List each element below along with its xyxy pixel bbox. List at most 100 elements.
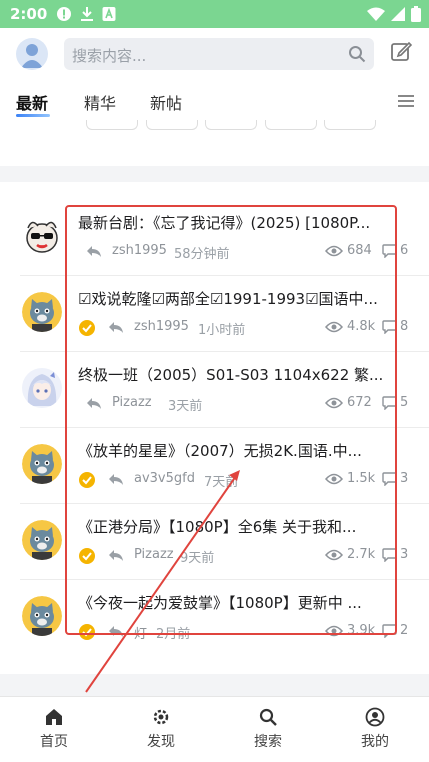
- post-time: 1小时前: [198, 323, 246, 338]
- comment-icon: [382, 547, 397, 562]
- post-item[interactable]: 《正港分局》【1080P】全6集 关于我和... Pizazz 9天前 2.7k…: [0, 504, 429, 580]
- post-item[interactable]: 终极一班（2005）S01-S03 1104x622 繁... Pizazz 3…: [0, 352, 429, 428]
- post-title[interactable]: 《放羊的星星》（2007）无损2K.国语.中...: [78, 440, 408, 461]
- nav-discover[interactable]: 发现: [131, 707, 191, 751]
- post-title[interactable]: 《今夜一起为爱鼓掌》【1080P】更新中 ...: [78, 592, 408, 613]
- post-time: 3天前: [168, 399, 203, 414]
- post-author[interactable]: av3v5gfd: [134, 471, 195, 486]
- post-item[interactable]: 《今夜一起为爱鼓掌》【1080P】更新中 ... 灯 2月前 3.9k 2: [0, 580, 429, 656]
- comment-icon: [382, 395, 397, 410]
- post-meta: Pizazz 9天前 2.7k 3: [78, 546, 418, 566]
- user-avatar[interactable]: [16, 38, 48, 70]
- home-icon: [46, 709, 62, 725]
- battery-icon: [411, 6, 421, 22]
- post-views: 4.8k: [325, 319, 375, 334]
- tab-bar: 最新 精华 新帖: [0, 88, 429, 120]
- nav-home[interactable]: 首页: [24, 707, 84, 751]
- category-chip[interactable]: [205, 120, 257, 130]
- views-count: 4.8k: [347, 319, 376, 334]
- post-title[interactable]: 《正港分局》【1080P】全6集 关于我和...: [78, 516, 408, 537]
- tab-latest[interactable]: 最新: [16, 90, 48, 114]
- anime-girl-avatar: [22, 368, 62, 408]
- post-comments: 6: [382, 243, 408, 258]
- comment-icon: [382, 243, 397, 258]
- nav-search-label: 搜索: [254, 734, 282, 750]
- author-avatar[interactable]: [22, 368, 62, 408]
- post-title[interactable]: ☑戏说乾隆☑两部全☑1991-1993☑国语中...: [78, 288, 408, 309]
- author-avatar[interactable]: [22, 292, 62, 332]
- post-meta: zsh1995 1小时前 4.8k 8: [78, 318, 418, 338]
- post-views: 2.7k: [325, 547, 375, 562]
- comments-count: 3: [400, 547, 409, 562]
- comment-icon: [382, 471, 397, 486]
- post-title[interactable]: 最新台剧：《忘了我记得》(2025) [1080P...: [78, 212, 408, 233]
- menu-icon[interactable]: [397, 92, 415, 110]
- post-author[interactable]: Pizazz: [134, 547, 174, 562]
- eye-icon: [325, 549, 343, 560]
- tab-featured[interactable]: 精华: [84, 90, 116, 114]
- views-count: 672: [347, 395, 372, 410]
- comments-count: 6: [400, 243, 409, 258]
- category-chip[interactable]: [86, 120, 138, 130]
- post-title[interactable]: 终极一班（2005）S01-S03 1104x622 繁...: [78, 364, 408, 385]
- wifi-icon: [367, 7, 385, 21]
- views-count: 1.5k: [347, 471, 376, 486]
- author-avatar[interactable]: [22, 520, 62, 560]
- comment-icon: [382, 623, 397, 638]
- post-time: 7天前: [204, 475, 239, 490]
- download-icon: [81, 7, 93, 21]
- app-a-icon: [102, 7, 116, 21]
- compose-icon[interactable]: [390, 40, 412, 62]
- category-chip[interactable]: [146, 120, 198, 130]
- alert-circle-icon: [57, 7, 71, 21]
- post-time: 9天前: [180, 551, 215, 566]
- bottom-nav: 首页 发现 搜索 我的: [0, 696, 429, 762]
- default-user-icon: [21, 44, 43, 68]
- eye-icon: [325, 625, 343, 636]
- comments-count: 8: [400, 319, 409, 334]
- search-bar[interactable]: 搜索内容...: [64, 38, 374, 70]
- eye-icon: [325, 397, 343, 408]
- cartoon-cat-avatar: [22, 520, 62, 560]
- post-item[interactable]: 最新台剧：《忘了我记得》(2025) [1080P... zsh1995 58分…: [0, 200, 429, 276]
- post-item[interactable]: 《放羊的星星》（2007）无损2K.国语.中... av3v5gfd 7天前 1…: [0, 428, 429, 504]
- search-icon: [349, 46, 366, 63]
- post-time: 58分钟前: [174, 247, 230, 262]
- post-meta: av3v5gfd 7天前 1.5k 3: [78, 470, 418, 490]
- post-time: 2月前: [156, 627, 191, 642]
- author-avatar[interactable]: [22, 596, 62, 636]
- category-chip[interactable]: [324, 120, 376, 130]
- post-author[interactable]: 灯: [134, 623, 147, 642]
- profile-icon: [365, 707, 385, 727]
- post-author[interactable]: zsh1995: [112, 243, 167, 258]
- nav-profile-label: 我的: [361, 734, 389, 750]
- post-meta: zsh1995 58分钟前 684 6: [78, 242, 418, 262]
- post-views: 1.5k: [325, 471, 375, 486]
- reply-icon: [87, 398, 101, 409]
- comments-count: 3: [400, 471, 409, 486]
- discover-icon: [153, 709, 169, 725]
- nav-discover-label: 发现: [147, 734, 175, 750]
- eye-icon: [325, 245, 343, 256]
- comments-count: 5: [400, 395, 409, 410]
- post-author[interactable]: zsh1995: [134, 319, 189, 334]
- comments-count: 2: [400, 623, 409, 638]
- post-comments: 5: [382, 395, 408, 410]
- nav-profile[interactable]: 我的: [345, 707, 405, 751]
- post-item[interactable]: ☑戏说乾隆☑两部全☑1991-1993☑国语中... zsh1995 1小时前 …: [0, 276, 429, 352]
- reply-icon: [87, 246, 101, 257]
- author-avatar[interactable]: [22, 444, 62, 484]
- post-author[interactable]: Pizazz: [112, 395, 152, 410]
- category-chip[interactable]: [265, 120, 317, 130]
- nav-search[interactable]: 搜索: [238, 707, 298, 751]
- author-avatar[interactable]: [22, 216, 62, 256]
- nav-home-label: 首页: [40, 734, 68, 750]
- views-count: 3.9k: [347, 623, 376, 638]
- eye-icon: [325, 473, 343, 484]
- post-views: 3.9k: [325, 623, 375, 638]
- post-list: 最新台剧：《忘了我记得》(2025) [1080P... zsh1995 58分…: [0, 182, 429, 674]
- tab-new-posts[interactable]: 新帖: [150, 90, 182, 114]
- reply-icon: [109, 550, 123, 561]
- search-icon: [259, 708, 277, 726]
- reply-icon: [109, 626, 123, 637]
